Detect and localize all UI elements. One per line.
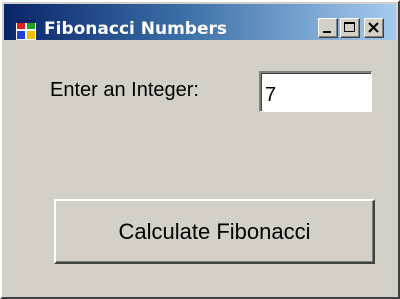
close-icon: [368, 22, 379, 33]
app-window: Fibonacci Numbers Enter an Integer: Calc…: [0, 0, 400, 299]
windows-form-icon[interactable]: [16, 20, 36, 40]
calculate-fibonacci-button[interactable]: Calculate Fibonacci: [54, 199, 375, 264]
window-title: Fibonacci Numbers: [44, 19, 228, 39]
minimize-icon: [323, 31, 331, 33]
integer-input[interactable]: [259, 71, 372, 112]
integer-label: Enter an Integer:: [50, 79, 199, 101]
title-bar[interactable]: Fibonacci Numbers: [4, 4, 396, 40]
maximize-icon: [344, 22, 355, 32]
minimize-button[interactable]: [318, 18, 338, 38]
maximize-button[interactable]: [340, 18, 360, 38]
close-button[interactable]: [364, 18, 384, 38]
